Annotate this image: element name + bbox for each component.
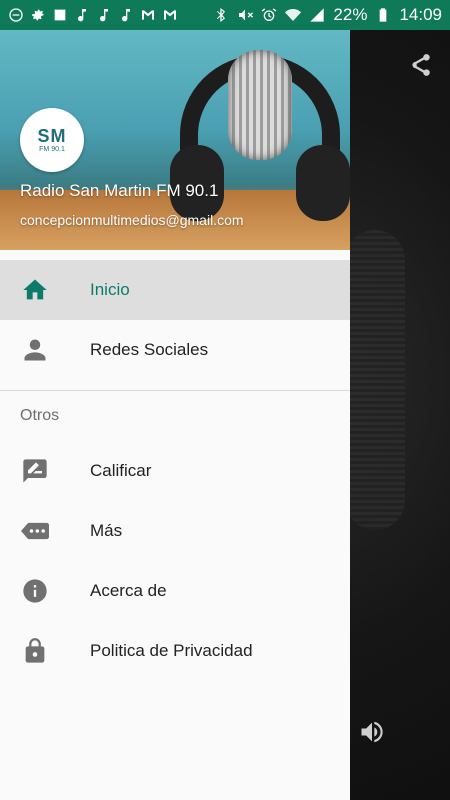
volume-icon[interactable] bbox=[358, 718, 386, 746]
notification-icons bbox=[8, 7, 213, 23]
menu-item-label: Acerca de bbox=[90, 581, 167, 600]
menu-item-label: Inicio bbox=[90, 280, 130, 299]
minus-circle-icon bbox=[8, 7, 24, 23]
menu-item-mas[interactable]: Más bbox=[0, 501, 350, 561]
mute-icon bbox=[237, 7, 254, 23]
battery-icon bbox=[375, 7, 391, 23]
background-microphone-image bbox=[345, 230, 405, 530]
signal-icon bbox=[309, 7, 325, 23]
drawer-header: SM FM 90.1 Radio San Martin FM 90.1 conc… bbox=[0, 30, 350, 250]
menu-item-label: Politica de Privacidad bbox=[90, 641, 253, 660]
section-title-otros: Otros bbox=[20, 407, 60, 424]
menu-item-label: Redes Sociales bbox=[90, 340, 209, 359]
station-name: Radio San Martin FM 90.1 bbox=[20, 181, 219, 200]
navigation-drawer: SM FM 90.1 Radio San Martin FM 90.1 conc… bbox=[0, 30, 350, 800]
station-logo-avatar[interactable]: SM FM 90.1 bbox=[20, 108, 84, 172]
drawer-menu: Inicio Redes Sociales Otros Calificar Má… bbox=[0, 250, 350, 681]
info-icon bbox=[20, 576, 50, 606]
logo-subtext: FM 90.1 bbox=[39, 145, 65, 153]
menu-item-politica-de-privacidad[interactable]: Politica de Privacidad bbox=[0, 621, 350, 681]
menu-item-redes-sociales[interactable]: Redes Sociales bbox=[0, 320, 350, 380]
gmail-icon bbox=[162, 7, 178, 23]
gear-icon bbox=[30, 7, 46, 23]
person-icon bbox=[20, 335, 50, 365]
header-microphone-image bbox=[228, 50, 292, 160]
logo-text: SM bbox=[37, 125, 67, 146]
music-note-icon bbox=[118, 7, 134, 23]
image-icon bbox=[52, 7, 68, 23]
menu-item-inicio[interactable]: Inicio bbox=[0, 260, 350, 320]
lock-icon bbox=[20, 636, 50, 666]
clock: 14:09 bbox=[399, 5, 442, 24]
bluetooth-icon bbox=[213, 7, 229, 23]
station-email: concepcionmultimedios@gmail.com bbox=[20, 212, 244, 228]
menu-item-label: Más bbox=[90, 521, 123, 540]
battery-percent: 22% bbox=[333, 5, 368, 24]
gmail-icon bbox=[140, 7, 156, 23]
music-note-icon bbox=[96, 7, 112, 23]
more-tag-icon bbox=[20, 516, 50, 546]
menu-item-calificar[interactable]: Calificar bbox=[0, 441, 350, 501]
share-icon[interactable] bbox=[407, 52, 433, 78]
status-bar: 22% 14:09 bbox=[0, 0, 450, 30]
music-note-icon bbox=[74, 7, 90, 23]
alarm-icon bbox=[261, 7, 277, 23]
home-icon bbox=[20, 275, 50, 305]
wifi-icon bbox=[285, 7, 302, 23]
menu-item-label: Calificar bbox=[90, 461, 152, 480]
menu-item-acerca-de[interactable]: Acerca de bbox=[0, 561, 350, 621]
rate-review-icon bbox=[20, 456, 50, 486]
